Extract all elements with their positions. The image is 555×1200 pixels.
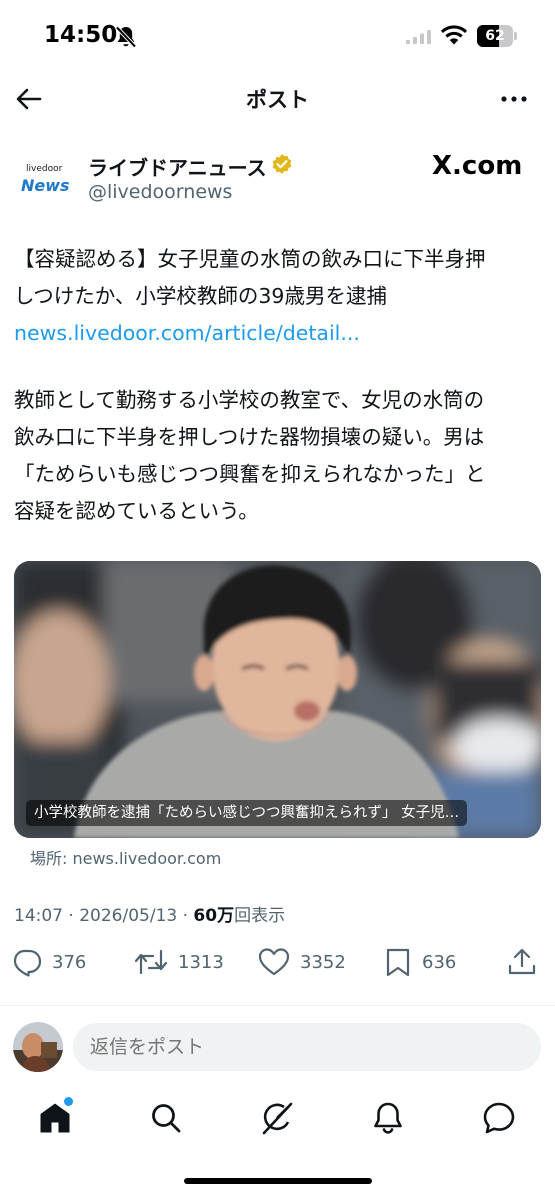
notification-dot: [64, 1097, 73, 1106]
post-actions: 376 1313 3352 636: [0, 940, 555, 984]
page-title: ポスト: [246, 88, 309, 112]
status-bar: 14:50 62: [0, 0, 555, 72]
status-time: 14:50: [44, 22, 118, 48]
bookmark-icon: [386, 948, 410, 977]
like-count: 3352: [300, 951, 346, 973]
source-logo: X.com: [432, 151, 523, 181]
post-text: 【容疑認める】女子児童の水筒の飲み口に下半身押 しつけたか、小学校教師の39歳男…: [14, 241, 544, 530]
avatar-logo-small: livedoor: [26, 164, 63, 174]
avatar-logo-big: News: [21, 176, 70, 195]
divider: [0, 1005, 555, 1006]
post-text-line: 教師として勤務する小学校の教室で、女児の水筒の: [14, 388, 485, 412]
post-text-line: しつけたか、小学校教師の39歳男を逮捕: [14, 284, 387, 308]
verified-badge-icon: [272, 154, 292, 174]
post-text-line: 「ためらいも感じつつ興奮を抑えられなかった」と: [14, 462, 486, 486]
nav-search[interactable]: [148, 1100, 184, 1136]
reply-bar: [0, 1012, 555, 1082]
repost-count: 1313: [178, 951, 224, 973]
bell-slash-icon: [116, 26, 136, 48]
battery-level: 62: [485, 28, 505, 44]
bottom-navigation: [0, 1088, 555, 1148]
card-source[interactable]: 場所: news.livedoor.com: [30, 845, 221, 869]
like-button[interactable]: 3352: [258, 940, 346, 984]
top-navigation: ポスト: [0, 72, 555, 124]
battery-icon: 62: [477, 25, 517, 47]
author-handle[interactable]: @livedoornews: [88, 181, 232, 203]
bookmark-button[interactable]: 636: [384, 940, 456, 984]
nav-grok[interactable]: [259, 1100, 295, 1136]
notifications-icon: [374, 1102, 402, 1134]
more-options-icon[interactable]: [498, 84, 530, 114]
reply-count: 376: [52, 951, 87, 973]
reply-input[interactable]: [73, 1023, 541, 1071]
post-author: livedoor News ライブドアニュース @livedoornews X.…: [0, 148, 555, 212]
author-avatar[interactable]: livedoor News: [16, 152, 74, 204]
heart-icon: [258, 948, 290, 976]
messages-icon: [483, 1102, 515, 1134]
link-card[interactable]: 小学校教師を逮捕「ためらい感じつつ興奮抑えられず」 女子児…: [14, 561, 541, 838]
home-indicator: [184, 1178, 372, 1184]
post-meta: 14:07 · 2026/05/13 · 60万回表示: [14, 901, 285, 926]
grok-icon: [262, 1102, 293, 1135]
search-icon: [152, 1104, 181, 1133]
nav-home[interactable]: [37, 1097, 73, 1136]
post-time: 14:07: [14, 906, 63, 926]
news-photo: [14, 561, 541, 838]
reply-icon: [13, 949, 42, 977]
post-date: 2026/05/13: [79, 906, 178, 926]
user-avatar[interactable]: [13, 1022, 63, 1072]
meta-separator: ·: [182, 906, 189, 926]
wifi-icon: [441, 25, 467, 45]
meta-separator: ·: [68, 906, 74, 926]
post-text-line: 容疑を認めているという。: [14, 499, 259, 523]
card-caption: 小学校教師を逮捕「ためらい感じつつ興奮抑えられず」 女子児…: [26, 800, 468, 826]
repost-icon: [134, 949, 168, 975]
view-label: 回表示: [234, 906, 286, 926]
author-name[interactable]: ライブドアニュース: [88, 152, 267, 181]
repost-button[interactable]: 1313: [134, 940, 224, 984]
post-link[interactable]: news.livedoor.com/article/detail...: [14, 315, 544, 352]
share-icon: [508, 948, 536, 975]
share-button[interactable]: [506, 940, 538, 984]
nav-messages[interactable]: [481, 1100, 517, 1136]
post-text-line: 飲み口に下半身を押しつけた器物損壊の疑い。男は: [14, 425, 485, 449]
nav-notifications[interactable]: [370, 1100, 406, 1136]
bookmark-count: 636: [422, 951, 457, 973]
reply-button[interactable]: 376: [12, 940, 86, 984]
view-count[interactable]: 60万: [193, 906, 234, 926]
cellular-signal-icon: [406, 30, 431, 44]
post-text-line: 【容疑認める】女子児童の水筒の飲み口に下半身押: [14, 247, 486, 271]
